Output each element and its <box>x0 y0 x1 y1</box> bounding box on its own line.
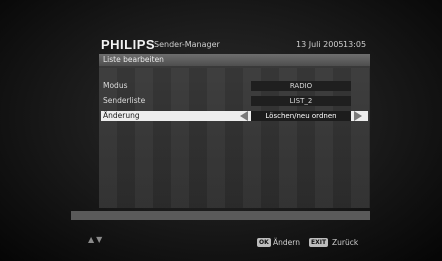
time-display: 13:05 <box>343 40 367 49</box>
app-title: Sender-Manager <box>154 40 220 49</box>
ok-key-label: Ändern <box>273 238 300 247</box>
row-value[interactable]: Löschen/neu ordnen <box>251 111 351 121</box>
tv-screen: PHILIPS Sender-Manager 13 Juli 2005 13:0… <box>0 0 442 261</box>
exit-key-label: Zurück <box>332 238 359 247</box>
exit-key-icon[interactable]: EXIT <box>309 238 329 247</box>
arrow-left-icon[interactable] <box>240 111 248 121</box>
row-label: Änderung <box>103 111 140 120</box>
menu-row-modus[interactable]: Modus RADIO <box>101 81 368 91</box>
ok-key-icon[interactable]: OK <box>257 238 271 247</box>
brand-logo: PHILIPS <box>101 37 156 52</box>
row-label: Senderliste <box>103 96 146 105</box>
row-value: RADIO <box>251 81 351 91</box>
arrow-right-icon[interactable] <box>354 111 362 121</box>
date-display: 13 Juli 2005 <box>296 40 344 49</box>
subheader-title: Liste bearbeiten <box>103 55 164 64</box>
menu-row-senderliste[interactable]: Senderliste LIST_2 <box>101 96 368 106</box>
row-label: Modus <box>103 81 128 90</box>
subheader-bar: Liste bearbeiten <box>99 54 370 66</box>
info-bar <box>71 211 370 220</box>
up-down-arrows-icon: ▲▼ <box>88 235 105 244</box>
menu-row-aenderung[interactable]: Änderung Löschen/neu ordnen <box>101 111 368 121</box>
row-value: LIST_2 <box>251 96 351 106</box>
menu-panel: Liste bearbeiten Modus RADIO Senderliste… <box>99 54 370 208</box>
